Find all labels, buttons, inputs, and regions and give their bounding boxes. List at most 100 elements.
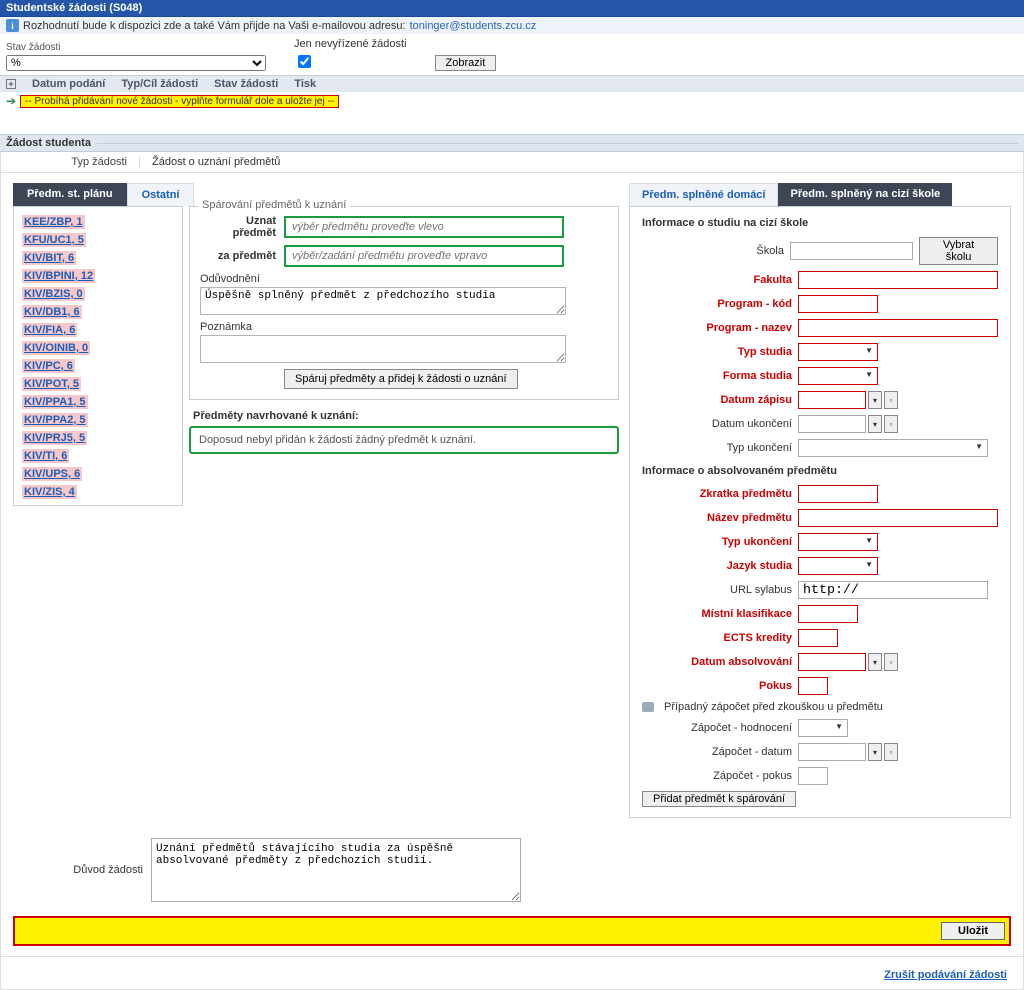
info-email: toninger@students.zcu.cz [410, 20, 537, 32]
list-item[interactable]: KIV/BPINI, 12 [22, 269, 95, 283]
window-title: Studentské žádosti (S048) [0, 0, 1024, 17]
info-icon: i [6, 19, 19, 32]
proposed-title: Předměty navrhované k uznání: [193, 410, 619, 422]
col-datum: Datum podání [32, 78, 105, 90]
ects-label: ECTS kredity [642, 632, 792, 644]
save-bar: Uložit [13, 916, 1011, 946]
program-kod-input[interactable] [798, 295, 878, 313]
typ-zadosti-label: Typ žádosti [7, 156, 127, 168]
datum-abs-down-icon[interactable]: ▾ [868, 653, 882, 671]
arrow-right-icon: ➔ [6, 94, 16, 108]
zap-datum-cal-icon[interactable]: ▫ [884, 743, 898, 761]
zap-datum-input[interactable] [798, 743, 866, 761]
vybrat-skolu-button[interactable]: Vybrat školu [919, 237, 998, 265]
zap-pokus-label: Zápočet - pokus [642, 770, 792, 782]
foreign-study-panel: Informace o studiu na cizí škole Škola V… [629, 206, 1011, 818]
zap-datum-down-icon[interactable]: ▾ [868, 743, 882, 761]
list-item[interactable]: KIV/PPA2, 5 [22, 413, 88, 427]
oduvodneni-textarea[interactable]: Úspěšně splněný předmět z předchozího st… [200, 287, 566, 315]
list-item[interactable]: KIV/ZIS, 4 [22, 485, 77, 499]
typ-studia-select[interactable] [798, 343, 878, 361]
uznat-label: Uznat předmět [200, 215, 276, 239]
datum-abs-cal-icon[interactable]: ▫ [884, 653, 898, 671]
expand-all-icon[interactable]: + [6, 79, 16, 89]
list-item[interactable]: KEE/ZBP, 1 [22, 215, 85, 229]
reason-row: Důvod žádosti Uznání předmětů stávajícíh… [1, 828, 1023, 912]
zadost-tab-label: Žádost studenta [6, 137, 91, 149]
uznat-input[interactable] [284, 216, 564, 238]
list-item[interactable]: KIV/PRJ5, 5 [22, 431, 87, 445]
zap-pokus-input[interactable] [798, 767, 828, 785]
pokus-input[interactable] [798, 677, 828, 695]
oduvodneni-label: Odůvodnění [200, 273, 276, 285]
only-unresolved-checkbox[interactable] [298, 55, 311, 68]
forma-studia-label: Forma studia [642, 370, 792, 382]
za-input[interactable] [284, 245, 564, 267]
typ-zadosti-row: Typ žádosti Žádost o uznání předmětů [1, 152, 1023, 173]
list-item[interactable]: KIV/PC, 6 [22, 359, 75, 373]
col-tisk: Tisk [294, 78, 316, 90]
program-kod-label: Program - kód [642, 298, 792, 310]
datum-ukonceni-cal-icon[interactable]: ▫ [884, 415, 898, 433]
tab-ostatni[interactable]: Ostatní [127, 183, 195, 206]
datum-ukonceni-down-icon[interactable]: ▾ [868, 415, 882, 433]
list-item[interactable]: KIV/FIA, 6 [22, 323, 77, 337]
list-item[interactable]: KIV/UPS, 6 [22, 467, 82, 481]
url-input[interactable] [798, 581, 988, 599]
datum-zapisu-down-icon[interactable]: ▾ [868, 391, 882, 409]
skola-input[interactable] [790, 242, 913, 260]
show-button[interactable]: Zobrazit [435, 55, 497, 71]
list-item[interactable]: KFU/UC1, 5 [22, 233, 86, 247]
zap-datum-label: Zápočet - datum [642, 746, 792, 758]
forma-studia-select[interactable] [798, 367, 878, 385]
nazev-predmetu-input[interactable] [798, 509, 998, 527]
datum-zapisu-cal-icon[interactable]: ▫ [884, 391, 898, 409]
program-nazev-input[interactable] [798, 319, 998, 337]
skola-label: Škola [642, 245, 784, 257]
jazyk-select[interactable] [798, 557, 878, 575]
pending-message: -- Probíhá přidávání nové žádosti - vypl… [20, 95, 339, 108]
ects-input[interactable] [798, 629, 838, 647]
url-label: URL sylabus [642, 584, 792, 596]
list-item[interactable]: KIV/TI, 6 [22, 449, 69, 463]
zkratka-input[interactable] [798, 485, 878, 503]
fakulta-label: Fakulta [642, 274, 792, 286]
stav-select[interactable]: % [6, 55, 266, 71]
proposed-box: Doposud nebyl přidán k žádosti žádný pře… [189, 426, 619, 454]
list-item[interactable]: KIV/DB1, 6 [22, 305, 82, 319]
datum-abs-input[interactable] [798, 653, 866, 671]
pridat-predmet-button[interactable]: Přidat předmět k spárování [642, 791, 796, 807]
datum-ukonceni-input[interactable] [798, 415, 866, 433]
zap-hodnoceni-label: Zápočet - hodnocení [642, 722, 792, 734]
tab-predm-planu[interactable]: Předm. st. plánu [13, 183, 127, 206]
list-item[interactable]: KIV/PPA1, 5 [22, 395, 88, 409]
list-item[interactable]: KIV/POT, 5 [22, 377, 81, 391]
subject-list[interactable]: KEE/ZBP, 1 KFU/UC1, 5 KIV/BIT, 6 KIV/BPI… [13, 206, 183, 506]
tab-splnene-domaci[interactable]: Předm. splněné domácí [629, 183, 778, 206]
poznamka-textarea[interactable] [200, 335, 566, 363]
mistni-klas-input[interactable] [798, 605, 858, 623]
pokus-label: Pokus [642, 680, 792, 692]
fakulta-input[interactable] [798, 271, 998, 289]
jazyk-label: Jazyk studia [642, 560, 792, 572]
datum-zapisu-input[interactable] [798, 391, 866, 409]
list-item[interactable]: KIV/BZIS, 0 [22, 287, 85, 301]
save-button[interactable]: Uložit [941, 922, 1005, 940]
typ-studia-label: Typ studia [642, 346, 792, 358]
pending-row: ➔ -- Probíhá přidávání nové žádosti - vy… [0, 92, 1024, 110]
za-label: za předmět [200, 250, 276, 262]
pair-button[interactable]: Spáruj předměty a přidej k žádosti o uzn… [284, 369, 518, 389]
datum-zapisu-label: Datum zápisu [642, 394, 792, 406]
chat-icon [642, 702, 654, 712]
list-item[interactable]: KIV/OINIB, 0 [22, 341, 90, 355]
cancel-link[interactable]: Zrušit podávání žádosti [884, 969, 1007, 981]
typ-ukonceni-select[interactable] [798, 439, 988, 457]
col-typ: Typ/Cíl žádosti [121, 78, 198, 90]
tab-splneny-cizi[interactable]: Předm. splněný na cizí škole [778, 183, 952, 206]
typ-ukon-select[interactable] [798, 533, 878, 551]
list-item[interactable]: KIV/BIT, 6 [22, 251, 76, 265]
reason-textarea[interactable]: Uznání předmětů stávajícího studia za ús… [151, 838, 521, 902]
mistni-klas-label: Místní klasifikace [642, 608, 792, 620]
zadost-header: Žádost studenta [0, 134, 1024, 152]
zap-hodnoceni-select[interactable] [798, 719, 848, 737]
